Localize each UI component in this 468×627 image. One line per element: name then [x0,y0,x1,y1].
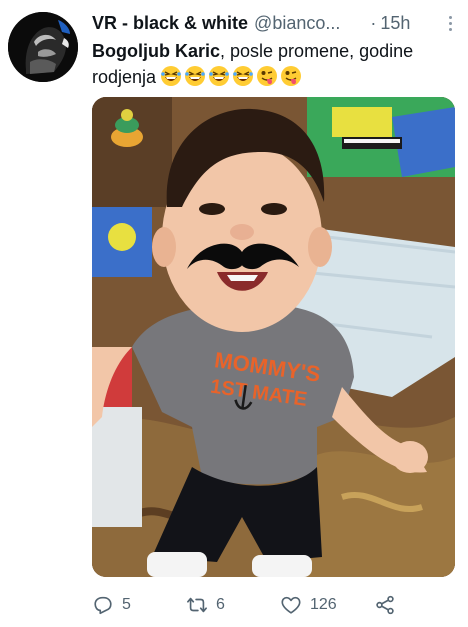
user-handle[interactable]: @bianco... [254,13,340,34]
retweet-icon [187,597,207,613]
winking-face-with-tongue-emoji [281,66,302,86]
grinning-squinting-face-emoji [233,66,254,86]
display-name[interactable]: VR - black & white [92,13,248,34]
reply-button[interactable]: 5 [92,594,131,616]
emoji-row [160,65,302,87]
winking-face-with-tongue-emoji [257,66,278,86]
retweet-button[interactable]: 6 [186,594,225,616]
tweet-header: VR - black & white @bianco... · 15h [92,10,460,36]
retweet-count: 6 [216,596,225,613]
share-icon [376,595,394,615]
grinning-squinting-face-emoji [209,66,230,86]
reply-icon [94,596,112,615]
tweet-text: Bogoljub Karic, posle promene, godine ro… [92,38,460,90]
avatar[interactable] [8,12,78,82]
separator-dot: · [370,12,377,33]
tweet-text-bold: Bogoljub Karic [92,41,221,61]
like-button[interactable]: 126 [280,594,337,616]
grinning-squinting-face-emoji [185,66,206,86]
share-button[interactable] [374,594,396,616]
like-count: 126 [310,596,337,613]
more-icon[interactable] [440,12,460,34]
like-icon [281,596,301,614]
tweet[interactable]: VR - black & white @bianco... · 15h Bogo… [0,0,468,627]
reply-count: 5 [122,596,131,613]
tweet-photo[interactable]: MOMMY'S 1ST MATE [92,97,455,577]
grinning-squinting-face-emoji [161,66,182,86]
tweet-actions: 5 6 126 [92,592,460,618]
timestamp[interactable]: 15h [380,13,410,34]
